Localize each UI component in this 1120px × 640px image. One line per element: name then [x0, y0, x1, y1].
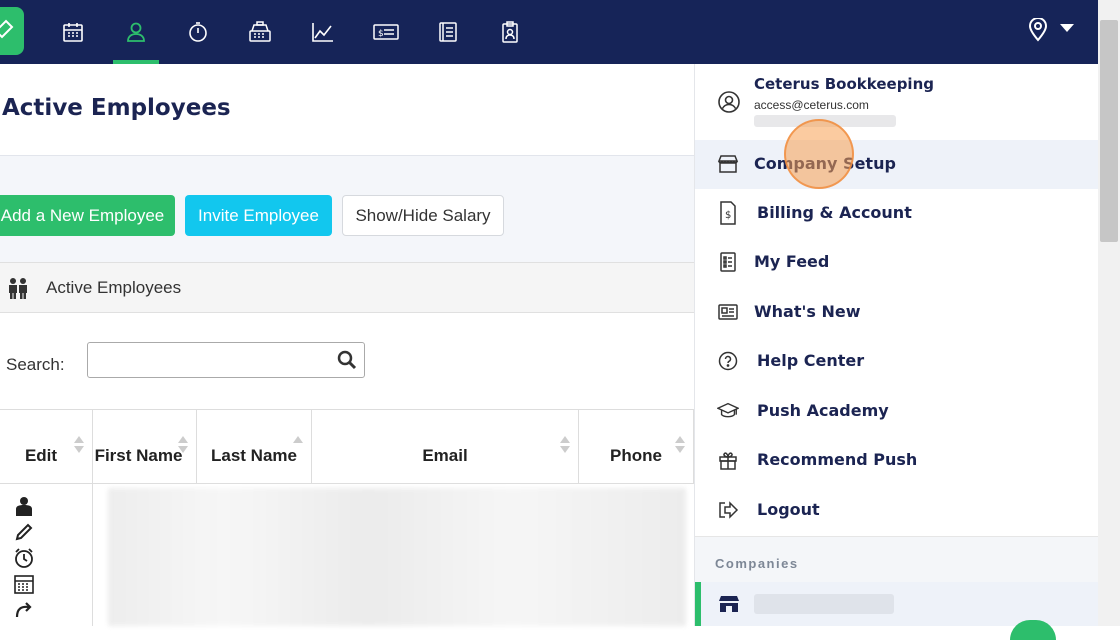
notebook-icon[interactable]: [430, 14, 466, 50]
scrollbar-thumb[interactable]: [1100, 20, 1118, 242]
people-icon: [9, 278, 27, 299]
menu-item-company-setup[interactable]: Company Setup: [695, 140, 1099, 189]
column-header-phone[interactable]: Phone: [579, 409, 694, 484]
sort-icon: [560, 436, 570, 453]
redo-icon[interactable]: [12, 598, 36, 622]
table-row: [0, 484, 694, 626]
menu-item-whats-new[interactable]: What's New: [695, 288, 1099, 337]
user-circle-icon: [718, 91, 740, 113]
feed-list-icon: [717, 251, 739, 273]
calendar-grid-icon[interactable]: [12, 572, 36, 596]
menu-item-my-feed[interactable]: My Feed: [695, 238, 1099, 287]
menu-item-logout[interactable]: Logout: [695, 486, 1099, 535]
column-header-email[interactable]: Email: [312, 409, 579, 484]
companies-header: Companies: [695, 537, 1099, 582]
redacted-row-data: [108, 488, 686, 626]
section-label: Active Employees: [46, 278, 182, 297]
cash-register-icon[interactable]: [242, 14, 278, 50]
sort-asc-icon: [293, 436, 303, 446]
chevron-down-icon[interactable]: [1060, 24, 1074, 32]
column-header-first-name[interactable]: First Name: [93, 409, 197, 484]
location-pin-icon[interactable]: [1024, 14, 1052, 46]
page-title: Active Employees: [2, 95, 231, 121]
money-bill-icon[interactable]: $: [368, 14, 404, 50]
logout-icon: [717, 499, 739, 521]
profile-email: access@ceterus.com: [754, 98, 869, 112]
menu-item-push-academy[interactable]: Push Academy: [695, 387, 1099, 436]
invoice-icon: $: [717, 201, 739, 225]
trend-chart-icon[interactable]: [305, 14, 341, 50]
store-icon: [719, 596, 739, 612]
clipboard-icon[interactable]: [492, 14, 528, 50]
sort-icon: [178, 436, 188, 453]
section-header: Active Employees: [0, 262, 694, 313]
profile-name: Ceterus Bookkeeping: [754, 75, 934, 93]
user-dropdown-menu: Ceterus Bookkeeping access@ceterus.com C…: [694, 64, 1099, 626]
sort-icon: [74, 436, 84, 453]
search-input[interactable]: [87, 342, 365, 378]
calendar-icon[interactable]: [55, 14, 91, 50]
sort-icon: [675, 436, 685, 453]
store-icon: [717, 153, 739, 175]
pencil-icon[interactable]: [12, 520, 36, 544]
redacted-company-name: [754, 594, 894, 614]
svg-text:$: $: [725, 210, 731, 221]
page-scrollbar[interactable]: [1098, 0, 1120, 626]
alarm-clock-icon[interactable]: [12, 546, 36, 570]
action-bar: Add a New Employee Invite Employee Show/…: [0, 155, 694, 262]
app-logo[interactable]: [0, 7, 24, 55]
menu-item-billing-account[interactable]: $ Billing & Account: [695, 189, 1099, 238]
column-header-edit[interactable]: Edit: [0, 409, 93, 484]
employee-profile-icon[interactable]: [12, 494, 36, 518]
svg-text:$: $: [378, 29, 384, 39]
person-icon[interactable]: [118, 14, 154, 50]
row-actions: [0, 484, 93, 626]
search-icon[interactable]: [337, 350, 357, 370]
add-employee-button[interactable]: Add a New Employee: [0, 195, 175, 236]
gift-icon: [717, 449, 739, 471]
stopwatch-icon[interactable]: [180, 14, 216, 50]
newspaper-icon: [717, 301, 739, 323]
help-icon: [717, 350, 739, 372]
search-label: Search:: [6, 355, 65, 374]
column-header-last-name[interactable]: Last Name: [197, 409, 312, 484]
top-navbar: $: [0, 0, 1098, 64]
menu-item-help-center[interactable]: Help Center: [695, 337, 1099, 386]
invite-employee-button[interactable]: Invite Employee: [185, 195, 332, 236]
graduation-cap-icon: [717, 400, 739, 422]
click-indicator: [784, 119, 854, 189]
menu-item-recommend-push[interactable]: Recommend Push: [695, 436, 1099, 485]
employees-table: Edit First Name Last Name Email Phone: [0, 409, 694, 626]
main-content: Active Employees Add a New Employee Invi…: [0, 64, 694, 626]
show-hide-salary-button[interactable]: Show/Hide Salary: [342, 195, 504, 236]
